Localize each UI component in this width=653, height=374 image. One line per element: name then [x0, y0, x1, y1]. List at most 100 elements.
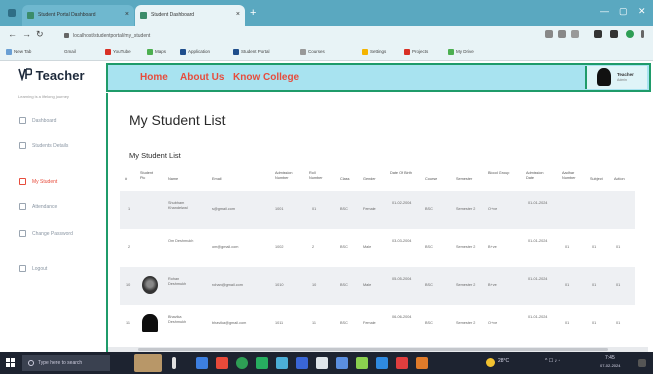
cell-gender: Male — [363, 245, 372, 249]
bookmark-item[interactable]: YouTube — [105, 49, 131, 55]
cell-name: Bhavika Deshmukh — [168, 315, 187, 324]
app-icon[interactable] — [416, 357, 428, 369]
bookmark-item[interactable]: My Drive — [448, 49, 474, 55]
avatar — [597, 68, 611, 86]
clock-date[interactable]: 07-02-2024 — [600, 363, 620, 368]
cell-blood: O+ve — [488, 321, 498, 325]
url-input[interactable]: localhost/studentportal/my_student — [58, 29, 538, 42]
sidebar-item-my-student[interactable]: My Student — [19, 178, 57, 185]
brand-logo[interactable]: Teacher — [18, 68, 85, 83]
column-header: Name — [168, 177, 179, 181]
minimize-icon[interactable]: — — [600, 6, 609, 16]
table-row[interactable]: 11 Bhavika Deshmukh bhavika@gmail.com 10… — [120, 305, 635, 343]
cell-semester: Semester 2 — [456, 207, 476, 211]
task-view-icon[interactable] — [172, 357, 176, 369]
reload-icon[interactable]: ↻ — [36, 29, 44, 40]
tab-actions-icon[interactable] — [8, 9, 16, 17]
brand-tagline: Learning is a lifelong journey — [18, 94, 69, 99]
app-icon[interactable] — [356, 357, 368, 369]
dashboard-icon — [19, 117, 26, 124]
site-info-icon[interactable] — [64, 33, 69, 39]
app-icon[interactable] — [336, 357, 348, 369]
app-icon[interactable] — [296, 357, 308, 369]
clock-time[interactable]: 7:45 — [605, 355, 615, 361]
cell-gender: Female — [363, 207, 376, 211]
app-icon[interactable] — [316, 357, 328, 369]
nav-about-us[interactable]: About Us — [180, 72, 224, 83]
windows-start-icon[interactable] — [6, 358, 16, 368]
table-row[interactable]: 2 Om Deshmukh om@gmail.com 1002 2 BSC Ma… — [120, 229, 635, 267]
cell-admission: 1002 — [275, 245, 284, 249]
cell-admission: 1011 — [275, 321, 284, 325]
bookmark-item[interactable]: Maps — [147, 49, 166, 55]
nav-home[interactable]: Home — [140, 72, 168, 83]
chrome-icon[interactable] — [236, 357, 248, 369]
address-bar-row: ← → ↻ localhost/studentportal/my_student — [0, 26, 653, 45]
sidebar-item-change-password[interactable]: Change Password — [19, 230, 73, 237]
bookmark-icon — [147, 49, 153, 55]
menu-icon[interactable] — [641, 30, 644, 38]
sidebar-item-students-details[interactable]: Students Details — [19, 142, 68, 149]
windows-taskbar: Type here to search 28°C ^ ☐ ♪ ◦ 7:45 07… — [0, 352, 653, 374]
scrollbar-thumb[interactable] — [138, 348, 608, 351]
top-header: Home About Us Know College Teacher Admin — [106, 63, 651, 92]
zoom-icon[interactable] — [545, 30, 553, 38]
vscode-icon[interactable] — [376, 357, 388, 369]
bookmark-item[interactable]: Gmail — [64, 49, 76, 54]
sidebar-item-dashboard[interactable]: Dashboard — [19, 117, 56, 124]
app-icon[interactable] — [276, 357, 288, 369]
extensions-icon[interactable] — [594, 30, 602, 38]
browser-tab-2[interactable]: Student Dashboard × — [135, 5, 245, 26]
column-header: Student Pic — [140, 171, 154, 180]
taskbar-search-input[interactable]: Type here to search — [22, 355, 110, 371]
search-icon[interactable] — [558, 30, 566, 38]
forward-icon[interactable]: → — [22, 29, 31, 39]
cell-name: Om Deshmukh — [168, 239, 194, 243]
back-icon[interactable]: ← — [8, 29, 17, 39]
app-icon[interactable] — [396, 357, 408, 369]
cell-action[interactable]: 01 — [616, 321, 620, 326]
cell-course: BSC — [425, 321, 433, 325]
weather-icon[interactable] — [486, 358, 495, 367]
cell-subject: 01 — [592, 245, 597, 249]
bookmark-icon — [404, 49, 410, 55]
close-window-icon[interactable]: ✕ — [638, 6, 646, 17]
cell-semester: Semester 2 — [456, 283, 476, 287]
bookmark-item[interactable]: Settings — [362, 49, 386, 55]
app-icon[interactable] — [216, 357, 228, 369]
notifications-icon[interactable] — [638, 359, 646, 367]
table-row[interactable]: 10 Rohan Deshmukh rohan@gmail.com 1010 1… — [120, 267, 635, 305]
weather-widget-icon[interactable] — [134, 354, 162, 372]
system-tray-icons[interactable]: ^ ☐ ♪ ◦ — [545, 358, 560, 364]
list-icon — [19, 203, 26, 210]
new-tab-button[interactable]: + — [250, 8, 256, 19]
bookmark-item[interactable]: Projects — [404, 49, 428, 55]
close-tab-icon[interactable]: × — [125, 11, 129, 18]
browser-tab-1[interactable]: Student Portal Dashboard × — [22, 5, 134, 26]
close-tab-icon[interactable]: × — [236, 11, 240, 18]
cell-email: bhavika@gmail.com — [212, 321, 247, 325]
bookmark-icon — [300, 49, 306, 55]
cell-action[interactable]: 01 — [616, 245, 620, 250]
bookmark-item[interactable]: Student Portal — [233, 49, 270, 55]
bookmark-icon — [6, 49, 12, 55]
sidebar-item-attendance[interactable]: Attendance — [19, 203, 57, 210]
profile-menu[interactable]: Teacher Admin — [585, 66, 647, 89]
bookmark-item[interactable]: New Tab — [6, 49, 31, 55]
sidebar-icon[interactable] — [610, 30, 618, 38]
column-header: Subject — [590, 177, 603, 181]
nav-know-college[interactable]: Know College — [233, 72, 299, 83]
cell-action[interactable]: 01 — [616, 283, 620, 288]
app-icon[interactable] — [196, 357, 208, 369]
bookmark-star-icon[interactable] — [571, 30, 579, 38]
maximize-icon[interactable]: ▢ — [619, 6, 628, 17]
bookmark-item[interactable]: Courses — [300, 49, 325, 55]
sidebar-item-logout[interactable]: Logout — [19, 265, 47, 272]
profile-icon[interactable] — [626, 30, 634, 38]
column-header: Admission Number — [275, 171, 293, 180]
cell-dob: 01-02-2004 — [392, 201, 412, 205]
whatsapp-icon[interactable] — [256, 357, 268, 369]
search-icon — [28, 360, 34, 366]
table-row[interactable]: 1 Shubham Khandelwal s@gmail.com 1001 01… — [120, 191, 635, 229]
bookmark-item[interactable]: Application — [180, 49, 210, 55]
